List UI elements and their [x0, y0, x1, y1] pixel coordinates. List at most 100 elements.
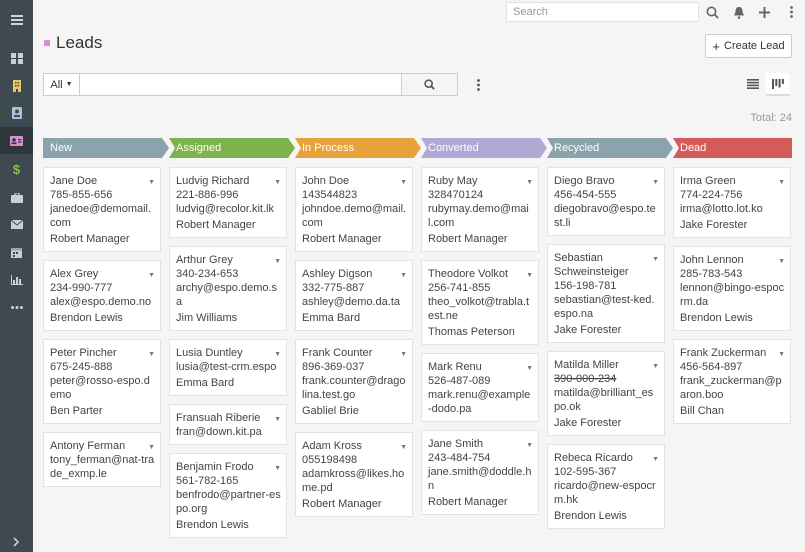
lead-card[interactable]: Peter Pincher 675-245-888 peter@rosso-espo… — [43, 339, 161, 424]
lead-email[interactable]: alex@espo.demo.no — [50, 295, 155, 309]
caret-down-icon[interactable]: ▼ — [274, 176, 281, 190]
lead-card[interactable]: Lusia Duntley lusia@test-crm.espo Emma Bar… — [169, 339, 287, 396]
caret-down-icon[interactable]: ▼ — [400, 176, 407, 190]
lead-name-link[interactable]: Jane Doe — [50, 174, 155, 188]
calendar-icon[interactable] — [0, 239, 33, 266]
lead-email[interactable]: tony_ferman@nat-trade_exmp.le — [50, 453, 155, 481]
lead-card[interactable]: Ashley Digson 332-775-887 ashley@demo.da.t… — [295, 260, 413, 331]
lead-card[interactable]: Rebeca Ricardo 102-595-367 ricardo@new-esp… — [547, 444, 665, 529]
lead-card[interactable]: Diego Bravo 456-454-555 diegobravo@espo.te… — [547, 167, 665, 236]
lead-name-link[interactable]: Lusia Duntley — [176, 346, 281, 360]
caret-down-icon[interactable]: ▼ — [526, 176, 533, 190]
chart-icon[interactable] — [0, 266, 33, 293]
vertical-dots-icon[interactable] — [782, 3, 800, 21]
lead-email[interactable]: lusia@test-crm.espo — [176, 360, 281, 374]
lead-phone[interactable]: 675-245-888 — [50, 360, 155, 374]
caret-down-icon[interactable]: ▼ — [778, 176, 785, 190]
text-filter-input[interactable] — [79, 73, 402, 96]
caret-down-icon[interactable]: ▼ — [148, 269, 155, 283]
lead-email[interactable]: rubymay.demo@mail.com — [428, 202, 533, 230]
lead-card[interactable]: Matilda Miller 390-000-234 matilda@brillia… — [547, 351, 665, 436]
lead-phone[interactable]: 328470124 — [428, 188, 533, 202]
lead-email[interactable]: theo_volkot@trabla.test.ne — [428, 295, 533, 323]
lead-card[interactable]: John Lennon 285-783-543 lennon@bingo-espoc… — [673, 246, 791, 331]
lead-phone[interactable]: 055198498 — [302, 453, 407, 467]
building-icon[interactable] — [0, 72, 33, 99]
lead-phone[interactable]: 561-782-165 — [176, 474, 281, 488]
lead-email[interactable]: lennon@bingo-espocrm.da — [680, 281, 785, 309]
global-search-input[interactable] — [506, 2, 699, 22]
kanban-view-button[interactable] — [766, 73, 790, 96]
lead-card[interactable]: Mark Renu 526-487-089 mark.renu@example-do… — [421, 353, 539, 422]
lead-email[interactable]: janedoe@demomail.com — [50, 202, 155, 230]
lead-email[interactable]: johndoe.demo@mail.com — [302, 202, 407, 230]
search-icon[interactable] — [703, 3, 721, 21]
lead-phone[interactable]: 456-564-897 — [680, 360, 785, 374]
chevron-right-icon[interactable] — [0, 528, 33, 552]
lead-phone[interactable]: 332-775-887 — [302, 281, 407, 295]
briefcase-icon[interactable] — [0, 184, 33, 211]
lead-email[interactable]: ricardo@new-espocrm.hk — [554, 479, 659, 507]
caret-down-icon[interactable]: ▼ — [148, 176, 155, 190]
caret-down-icon[interactable]: ▼ — [652, 176, 659, 190]
lead-name-link[interactable]: Sebastian Schweinsteiger — [554, 251, 659, 279]
lead-card[interactable]: Adam Kross 055198498 adamkross@likes.home.… — [295, 432, 413, 517]
bell-icon[interactable] — [730, 3, 748, 21]
caret-down-icon[interactable]: ▼ — [778, 348, 785, 362]
lead-email[interactable]: sebastian@test-ked.espo.na — [554, 293, 659, 321]
caret-down-icon[interactable]: ▼ — [400, 441, 407, 455]
lead-email[interactable]: ludvig@recolor.kit.lk — [176, 202, 281, 216]
lead-name-link[interactable]: John Lennon — [680, 253, 785, 267]
lead-email[interactable]: jane.smith@doddle.hn — [428, 465, 533, 493]
lead-phone[interactable]: 785-855-656 — [50, 188, 155, 202]
filter-preset-dropdown[interactable]: All ▼ — [43, 73, 80, 96]
lead-phone[interactable]: 221-886-996 — [176, 188, 281, 202]
lead-email[interactable]: fran@down.kit.pa — [176, 425, 281, 439]
lead-email[interactable]: ashley@demo.da.ta — [302, 295, 407, 309]
caret-down-icon[interactable]: ▼ — [148, 441, 155, 455]
lead-name-link[interactable]: Theodore Volkot — [428, 267, 533, 281]
list-view-button[interactable] — [742, 73, 764, 95]
lead-phone[interactable]: 456-454-555 — [554, 188, 659, 202]
filter-options-button[interactable] — [470, 76, 486, 94]
lead-card[interactable]: Antony Ferman tony_ferman@nat-trade_exmp.… — [43, 432, 161, 487]
lead-name-link[interactable]: Alex Grey — [50, 267, 155, 281]
caret-down-icon[interactable]: ▼ — [274, 255, 281, 269]
lead-email[interactable]: benfrodo@partner-espo.org — [176, 488, 281, 516]
lead-phone[interactable]: 340-234-653 — [176, 267, 281, 281]
lead-phone[interactable]: 774-224-756 — [680, 188, 785, 202]
caret-down-icon[interactable]: ▼ — [400, 269, 407, 283]
lead-name-link[interactable]: Antony Ferman — [50, 439, 155, 453]
lead-name-link[interactable]: Ashley Digson — [302, 267, 407, 281]
lead-name-link[interactable]: Rebeca Ricardo — [554, 451, 659, 465]
lead-name-link[interactable]: Jane Smith — [428, 437, 533, 451]
caret-down-icon[interactable]: ▼ — [400, 348, 407, 362]
lead-name-link[interactable]: Ludvig Richard — [176, 174, 281, 188]
lead-phone[interactable]: 102-595-367 — [554, 465, 659, 479]
lead-phone[interactable]: 390-000-234 — [554, 372, 659, 386]
lead-name-link[interactable]: Peter Pincher — [50, 346, 155, 360]
lead-email[interactable]: diegobravo@espo.test.li — [554, 202, 659, 230]
lead-name-link[interactable]: John Doe — [302, 174, 407, 188]
dashboard-icon[interactable] — [0, 45, 33, 72]
lead-name-link[interactable]: Fransuah Riberie — [176, 411, 281, 425]
more-icon[interactable] — [0, 294, 33, 321]
caret-down-icon[interactable]: ▼ — [652, 360, 659, 374]
lead-email[interactable]: archy@espo.demo.sa — [176, 281, 281, 309]
contact-card-icon[interactable] — [0, 99, 33, 126]
lead-name-link[interactable]: Frank Counter — [302, 346, 407, 360]
lead-name-link[interactable]: Frank Zuckerman — [680, 346, 785, 360]
lead-card[interactable]: Fransuah Riberie fran@down.kit.pa ▼ — [169, 404, 287, 445]
caret-down-icon[interactable]: ▼ — [526, 362, 533, 376]
lead-card[interactable]: Ruby May 328470124 rubymay.demo@mail.com Ro… — [421, 167, 539, 252]
lead-phone[interactable]: 143544823 — [302, 188, 407, 202]
create-lead-button[interactable]: + Create Lead — [705, 34, 792, 58]
lead-card[interactable]: Frank Zuckerman 456-564-897 frank_zuckerma… — [673, 339, 791, 424]
lead-email[interactable]: peter@rosso-espo.demo — [50, 374, 155, 402]
lead-email[interactable]: matilda@brilliant_espo.ok — [554, 386, 659, 414]
lead-name-link[interactable]: Benjamin Frodo — [176, 460, 281, 474]
lead-card[interactable]: Sebastian Schweinsteiger 156-198-781 sebas… — [547, 244, 665, 343]
lead-card[interactable]: John Doe 143544823 johndoe.demo@mail.com Ro… — [295, 167, 413, 252]
lead-phone[interactable]: 156-198-781 — [554, 279, 659, 293]
lead-name-link[interactable]: Mark Renu — [428, 360, 533, 374]
